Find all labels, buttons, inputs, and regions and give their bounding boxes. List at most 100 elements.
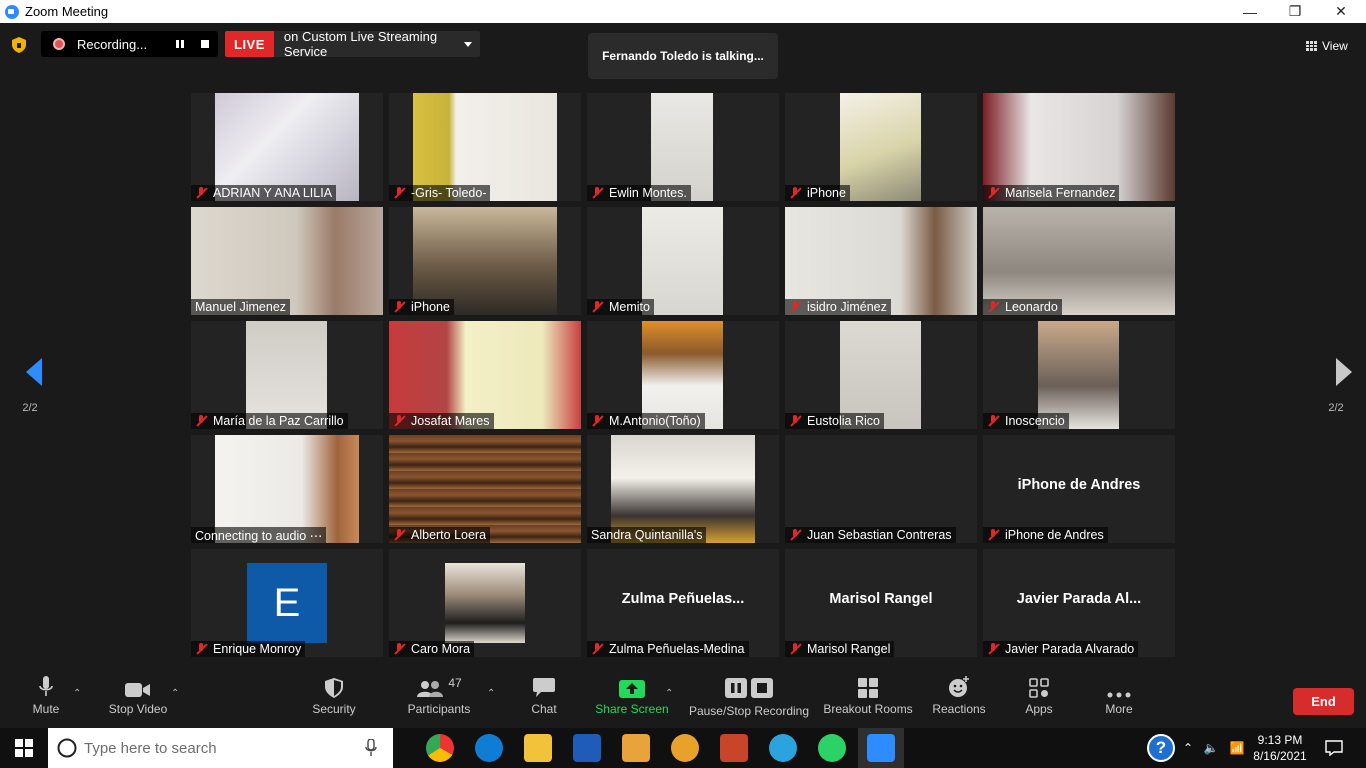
security-button[interactable]: Security [306,674,362,728]
participant-name-label: Zulma Peñuelas-Medina [587,641,749,657]
zoom-icon[interactable] [867,734,895,762]
participant-display-name: Marisol Rangel [829,591,933,607]
stop-icon [751,678,773,698]
participant-name-label: Caro Mora [389,641,475,657]
telegram-icon[interactable] [769,734,797,762]
participant-tile[interactable]: ADRIAN Y ANA LILIA [191,93,383,201]
participant-tile[interactable]: Leonardo [983,207,1175,315]
participant-tile[interactable]: Inoscencio [983,321,1175,429]
participant-tile[interactable]: Alberto Loera [389,435,581,543]
participant-tile[interactable]: Josafat Mares [389,321,581,429]
participant-name-label: Ewlin Montes. [587,185,691,201]
participant-tile[interactable]: María de la Paz Carrillo [191,321,383,429]
participant-tile[interactable]: Marisela Fernandez [983,93,1175,201]
audio-options-caret[interactable]: ⌃ [73,688,81,699]
participant-tile[interactable]: Javier Parada Al... Javier Parada Alvara… [983,549,1175,657]
zoom-logo-icon [5,4,19,19]
stop-video-button[interactable]: Stop Video [104,674,172,728]
participant-tile[interactable]: Caro Mora [389,549,581,657]
participant-tile[interactable]: isidro Jiménez [785,207,977,315]
participant-name-label: Juan Sebastian Contreras [785,527,956,543]
participants-options-caret[interactable]: ⌃ [487,688,495,699]
participant-name-label: iPhone [389,299,454,315]
word-icon[interactable] [573,734,601,762]
chevron-down-icon [464,41,472,47]
mic-muted-icon [393,643,405,655]
volume-icon[interactable]: 🔈 [1200,728,1222,768]
participant-tile[interactable]: Memito [587,207,779,315]
clock-time: 9:13 PM [1257,733,1303,747]
participant-name-label: Eustolia Rico [785,413,884,429]
minimize-button[interactable]: — [1227,0,1273,23]
more-button[interactable]: More [1096,674,1142,728]
mic-muted-icon [987,529,999,541]
participants-count: 47 [448,676,462,690]
network-icon[interactable]: 📶 [1226,728,1248,768]
security-shield-icon[interactable] [12,37,26,53]
participant-tile[interactable]: iPhone de Andres iPhone de Andres [983,435,1175,543]
previous-page-button[interactable]: 2/2 [10,358,50,428]
maximize-button[interactable]: ❐ [1272,0,1318,23]
end-meeting-button[interactable]: End [1293,688,1354,715]
participant-tile[interactable]: -Gris- Toledo- [389,93,581,201]
share-options-caret[interactable]: ⌃ [665,688,673,699]
whatsapp-icon[interactable] [818,734,846,762]
pause-stop-recording-button[interactable]: Pause/Stop Recording [688,674,810,728]
participant-name-label: Marisol Rangel [785,641,895,657]
avatar: E [247,563,327,643]
close-button[interactable]: ✕ [1318,0,1364,23]
participant-tile[interactable]: iPhone [389,207,581,315]
mic-muted-icon [393,415,405,427]
media-player-icon[interactable] [622,734,650,762]
participant-tile[interactable]: Eustolia Rico [785,321,977,429]
chrome-icon[interactable] [426,734,454,762]
participant-tile[interactable]: Sandra Quintanilla's [587,435,779,543]
participant-name-label: Leonardo [983,299,1062,315]
participant-tile[interactable]: E Enrique Monroy [191,549,383,657]
start-button[interactable] [0,728,48,768]
tray-expand-icon[interactable]: ⌃ [1180,728,1196,768]
microphone-icon [39,676,53,696]
mic-muted-icon [393,187,405,199]
edge-icon[interactable] [475,734,503,762]
taskbar-search-box[interactable]: Type here to search [48,728,393,768]
participant-tile[interactable]: Zulma Peñuelas... Zulma Peñuelas-Medina [587,549,779,657]
video-options-caret[interactable]: ⌃ [171,688,179,699]
help-icon[interactable]: ? [1145,728,1177,768]
live-badge: LIVE [225,31,274,57]
file-explorer-icon[interactable] [524,734,552,762]
browser-icon[interactable] [671,734,699,762]
mic-muted-icon [987,643,999,655]
notifications-icon[interactable] [1322,728,1346,768]
mic-muted-icon [393,301,405,313]
next-page-button[interactable]: 2/2 [1316,358,1356,428]
participant-tile[interactable]: iPhone [785,93,977,201]
mic-muted-icon [789,187,801,199]
security-shield-icon [325,678,343,698]
participant-tile[interactable]: Marisol Rangel Marisol Rangel [785,549,977,657]
apps-button[interactable]: Apps [1016,674,1062,728]
view-button[interactable]: View [1306,34,1364,58]
powerpoint-icon[interactable] [720,734,748,762]
microphone-icon[interactable] [365,739,377,757]
pause-recording-icon[interactable] [174,38,186,50]
participant-name-label: Alberto Loera [389,527,491,543]
participants-button[interactable]: 47 Participants [404,674,474,728]
recording-indicator: Recording... [41,31,218,57]
chat-button[interactable]: Chat [520,674,568,728]
breakout-rooms-button[interactable]: Breakout Rooms [822,674,914,728]
participant-tile[interactable]: M.Antonio(Toño) [587,321,779,429]
participant-tile[interactable]: Ewlin Montes. [587,93,779,201]
participant-name-label: -Gris- Toledo- [389,185,491,201]
participant-tile[interactable]: Juan Sebastian Contreras [785,435,977,543]
reactions-button[interactable]: Reactions [930,674,988,728]
participant-tile[interactable]: Connecting to audio ⋯ [191,435,383,543]
mic-muted-icon [591,415,603,427]
mute-button[interactable]: Mute [20,674,72,728]
share-screen-button[interactable]: Share Screen [594,674,670,728]
participant-tile[interactable]: Manuel Jimenez [191,207,383,315]
clock[interactable]: 9:13 PM 8/16/2021 [1250,728,1310,768]
stop-recording-icon[interactable] [199,38,211,50]
meeting-toolbar: Mute ⌃ Stop Video ⌃ Security 47 Particip… [0,674,1366,728]
live-stream-dropdown[interactable]: LIVE on Custom Live Streaming Service [225,31,480,57]
